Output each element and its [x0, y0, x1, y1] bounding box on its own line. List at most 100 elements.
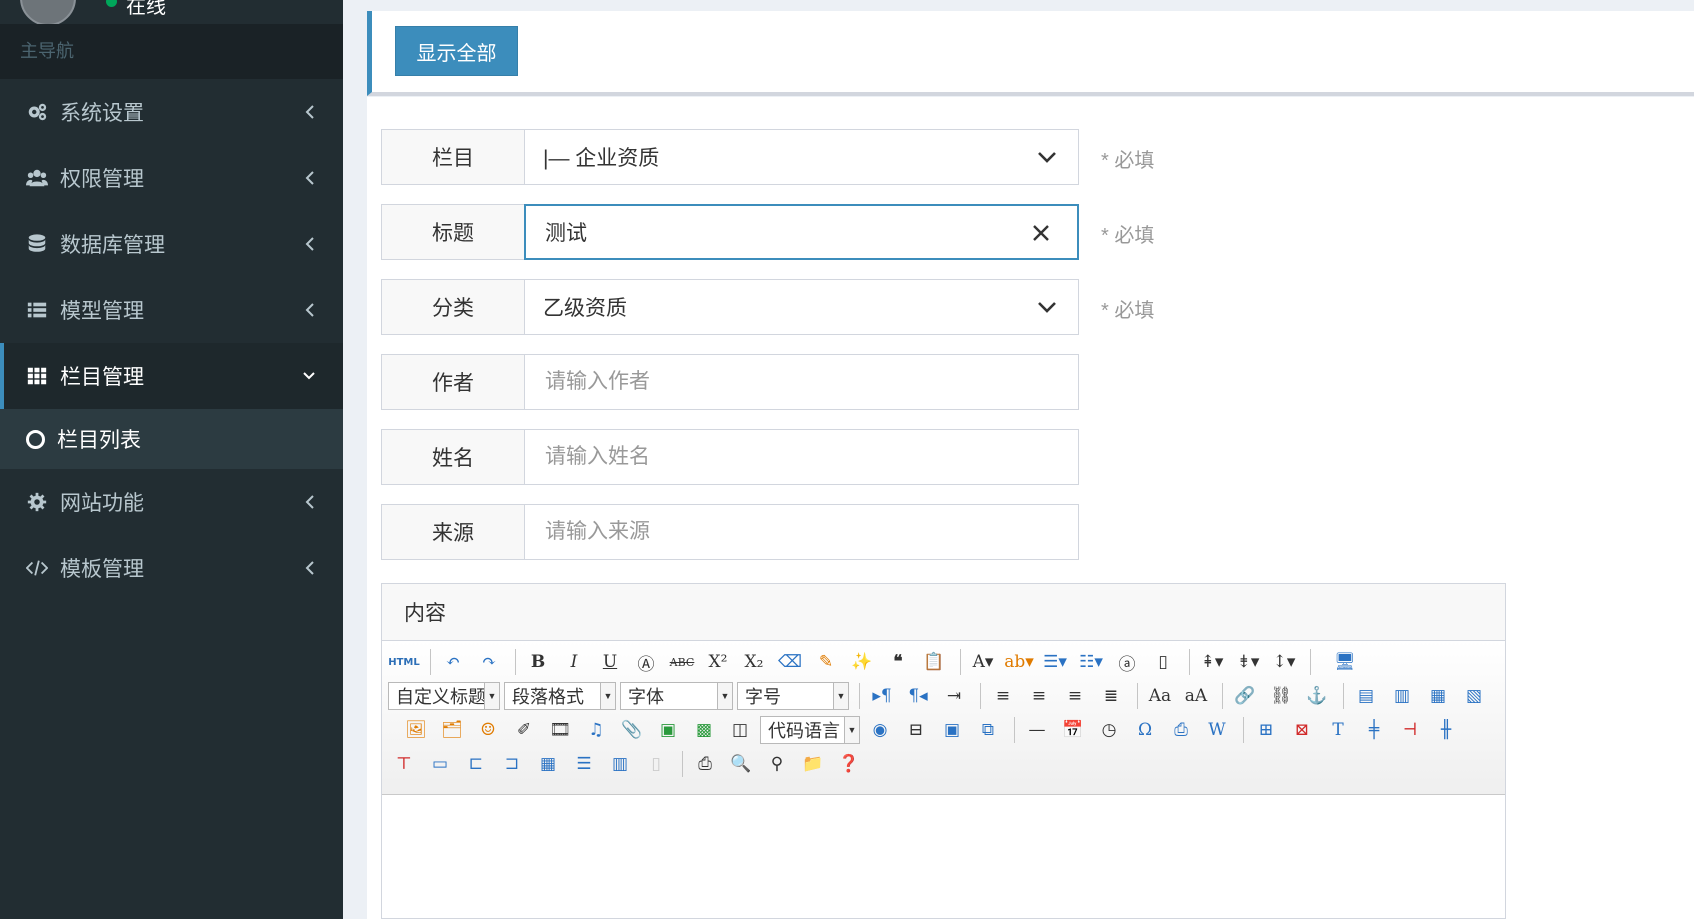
select-all-icon[interactable]: ⓐ — [1111, 647, 1143, 677]
undo-icon[interactable]: ↶ — [437, 647, 469, 677]
emotion-icon[interactable]: ☺ — [472, 715, 504, 745]
unordered-list-icon[interactable]: ☷▾ — [1075, 647, 1107, 677]
delete-table-icon[interactable]: ⊠ — [1286, 715, 1318, 745]
image-none-icon[interactable]: ▤ — [1350, 681, 1382, 711]
insert-frame-icon[interactable]: ◫ — [724, 715, 756, 745]
page-break-icon[interactable]: ⊟ — [900, 715, 932, 745]
code-language-select[interactable]: 代码语言 ▼ — [760, 716, 860, 744]
subscript-icon[interactable]: X₂ — [738, 647, 770, 677]
insert-caption-icon[interactable]: T — [1322, 715, 1354, 745]
ordered-list-icon[interactable]: ☰▾ — [1039, 647, 1071, 677]
merge-cells-icon[interactable]: ▭ — [424, 749, 456, 779]
image-right-icon[interactable]: ▦ — [1422, 681, 1454, 711]
unlink-icon[interactable]: ⛓ — [1265, 681, 1297, 711]
merge-right-icon[interactable]: ⊏ — [460, 749, 492, 779]
preview-icon[interactable]: 🖥 — [1329, 647, 1361, 677]
redo-icon[interactable]: ↷ — [473, 647, 505, 677]
strikethrough-icon[interactable]: ABC — [666, 647, 698, 677]
word-image-icon[interactable]: W — [1201, 715, 1233, 745]
time-icon[interactable]: ◷ — [1093, 715, 1125, 745]
source-field[interactable] — [524, 504, 1079, 560]
line-height-icon[interactable]: ↕▾ — [1268, 647, 1300, 677]
sidebar-item-models[interactable]: 模型管理 — [0, 277, 343, 343]
print-icon[interactable]: ⎙ — [689, 749, 721, 779]
link-icon[interactable]: 🔗 — [1229, 681, 1261, 711]
drafts-icon[interactable]: 📁 — [797, 749, 829, 779]
anchor-icon[interactable]: ⚓ — [1301, 681, 1333, 711]
sidebar-item-system-settings[interactable]: 系统设置 — [0, 79, 343, 145]
row-spacing-top-icon[interactable]: ⇞▾ — [1196, 647, 1228, 677]
simple-upload-icon[interactable]: 🖼 — [400, 715, 432, 745]
attachment-icon[interactable]: 📎 — [616, 715, 648, 745]
font-color-icon[interactable]: A▾ — [967, 647, 999, 677]
split-cols-icon[interactable]: ▥ — [604, 749, 636, 779]
highlight-icon[interactable]: ab▾ — [1003, 647, 1035, 677]
map-icon[interactable]: ▣ — [652, 715, 684, 745]
category-select[interactable]: 乙级资质 — [524, 279, 1079, 335]
rtl-icon[interactable]: ¶◂ — [902, 681, 934, 711]
source-input[interactable] — [543, 519, 1002, 545]
image-left-icon[interactable]: ▥ — [1386, 681, 1418, 711]
align-right-icon[interactable]: ≡ — [1059, 681, 1091, 711]
clear-doc-icon[interactable]: ▯ — [1147, 647, 1179, 677]
sidebar-subitem-column-list[interactable]: 栏目列表 — [0, 409, 343, 469]
paste-plain-icon[interactable]: 📋 — [918, 647, 950, 677]
author-field[interactable] — [524, 354, 1079, 410]
superscript-icon[interactable]: X² — [702, 647, 734, 677]
name-input[interactable] — [543, 444, 1002, 470]
insert-col-icon[interactable]: ╫ — [1430, 715, 1462, 745]
delete-row-icon[interactable]: ⊣ — [1394, 715, 1426, 745]
show-all-button[interactable]: 显示全部 — [395, 26, 518, 76]
scrawl-icon[interactable]: ✐ — [508, 715, 540, 745]
blockquote-icon[interactable]: ❝ — [882, 647, 914, 677]
web-app-icon[interactable]: ◉ — [864, 715, 896, 745]
help-icon[interactable]: ❓ — [833, 749, 865, 779]
auto-format-icon[interactable]: ✨ — [846, 647, 878, 677]
title-field[interactable] — [524, 204, 1079, 260]
ltr-icon[interactable]: ▸¶ — [866, 681, 898, 711]
sidebar-item-database[interactable]: 数据库管理 — [0, 211, 343, 277]
font-border-icon[interactable]: Ⓐ — [630, 647, 662, 677]
indent-icon[interactable]: ⇥ — [938, 681, 970, 711]
special-chars-icon[interactable]: Ω — [1129, 715, 1161, 745]
insert-row-icon[interactable]: ╪ — [1358, 715, 1390, 745]
background-icon[interactable]: ⧉ — [972, 715, 1004, 745]
format-brush-icon[interactable]: ✎ — [810, 647, 842, 677]
font-family-select[interactable]: 字体 ▼ — [620, 682, 733, 710]
editor-content-area[interactable] — [382, 795, 1505, 918]
custom-title-select[interactable]: 自定义标题 ▼ — [388, 682, 500, 710]
gmap-icon[interactable]: ▩ — [688, 715, 720, 745]
sidebar-item-columns[interactable]: 栏目管理 — [0, 343, 343, 409]
title-input[interactable] — [543, 219, 1001, 245]
sidebar-item-site-functions[interactable]: 网站功能 — [0, 469, 343, 535]
bold-icon[interactable]: B — [522, 647, 554, 677]
date-icon[interactable]: 📅 — [1057, 715, 1089, 745]
align-left-icon[interactable]: ≡ — [987, 681, 1019, 711]
name-field[interactable] — [524, 429, 1079, 485]
eraser-icon[interactable]: ⌫ — [774, 647, 806, 677]
split-cells-icon[interactable]: ▦ — [532, 749, 564, 779]
author-input[interactable] — [543, 369, 1002, 395]
clear-icon[interactable] — [1031, 223, 1051, 243]
column-select[interactable]: |— 企业资质 — [524, 129, 1079, 185]
uppercase-icon[interactable]: Aa — [1144, 681, 1176, 711]
font-size-select[interactable]: 字号 ▼ — [737, 682, 849, 710]
preview-zoom-icon[interactable]: 🔍 — [725, 749, 757, 779]
align-justify-icon[interactable]: ≣ — [1095, 681, 1127, 711]
charts-icon[interactable]: ▯ — [640, 749, 672, 779]
avatar[interactable] — [20, 0, 76, 24]
insert-table-icon[interactable]: ⊞ — [1250, 715, 1282, 745]
align-center-icon[interactable]: ≡ — [1023, 681, 1055, 711]
delete-col-icon[interactable]: ⊤ — [388, 749, 420, 779]
sidebar-item-templates[interactable]: 模板管理 — [0, 535, 343, 601]
row-spacing-bottom-icon[interactable]: ⇟▾ — [1232, 647, 1264, 677]
music-icon[interactable]: ♫ — [580, 715, 612, 745]
sidebar-item-permissions[interactable]: 权限管理 — [0, 145, 343, 211]
italic-icon[interactable]: I — [558, 647, 590, 677]
multi-image-icon[interactable]: 🗂 — [436, 715, 468, 745]
paragraph-select[interactable]: 段落格式 ▼ — [504, 682, 616, 710]
horizontal-rule-icon[interactable]: — — [1021, 715, 1053, 745]
underline-icon[interactable]: U — [594, 647, 626, 677]
split-rows-icon[interactable]: ☰ — [568, 749, 600, 779]
html-source-icon[interactable]: HTML — [388, 647, 420, 677]
